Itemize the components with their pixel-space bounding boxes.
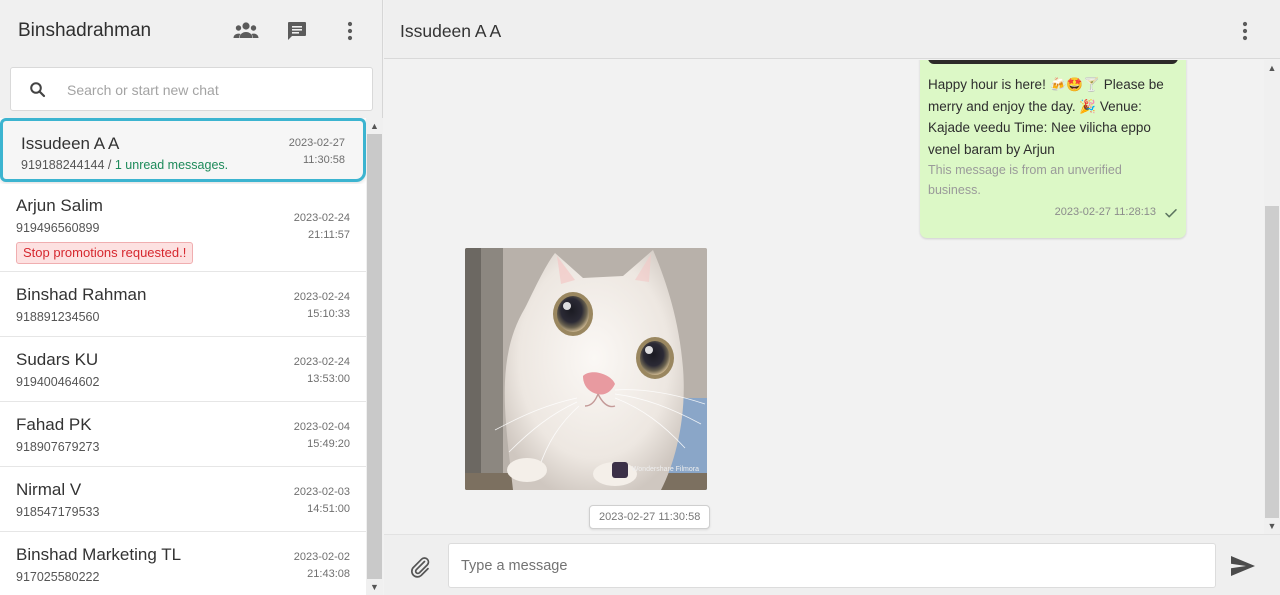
search-box xyxy=(10,67,373,111)
chat-name: Issudeen A A xyxy=(21,134,120,153)
watermark-logo xyxy=(611,462,628,478)
stop-promotions-badge: Stop promotions requested.! xyxy=(16,242,194,264)
sidebar: Binshadrahman Search or start new chat I… xyxy=(0,0,383,595)
chat-name: Arjun Salim xyxy=(16,196,103,215)
sidebar-header: Binshadrahman xyxy=(0,0,383,60)
chat-item-nirmal[interactable]: Nirmal V 918547179533 2023-02-03 14:51:0… xyxy=(0,467,366,532)
incoming-image-message[interactable]: Wondershare Filmora xyxy=(465,248,707,490)
account-name: Binshadrahman xyxy=(18,20,152,41)
check-icon xyxy=(1165,209,1177,218)
scroll-up-icon[interactable]: ▲ xyxy=(1264,60,1280,76)
message-timestamp: 2023-02-27 11:28:13 xyxy=(1054,206,1156,218)
chat-phone: 918891234560 xyxy=(16,310,100,324)
conversation-header: Issudeen A A xyxy=(384,0,1280,59)
scrollbar-thumb[interactable] xyxy=(1265,206,1279,518)
chat-phone: 918907679273 xyxy=(16,440,100,454)
search-input[interactable] xyxy=(67,78,357,102)
chat-timestamp: 2023-02-27 11:30:58 xyxy=(265,135,345,169)
more-vertical-icon[interactable] xyxy=(1238,18,1252,44)
chat-date: 2023-02-04 xyxy=(293,421,350,433)
chat-phone: 918547179533 xyxy=(16,505,100,519)
message-timestamp-chip: 2023-02-27 11:30:58 xyxy=(589,505,711,529)
chat-name: Binshad Marketing TL xyxy=(16,545,182,564)
chat-time: 11:30:58 xyxy=(302,154,345,166)
paperclip-icon[interactable] xyxy=(408,555,432,579)
scrollbar-thumb[interactable] xyxy=(367,134,382,579)
chat-date: 2023-02-24 xyxy=(293,212,350,224)
chat-phone: 919400464602 xyxy=(16,375,100,389)
chat-timestamp: 2023-02-03 14:51:00 xyxy=(270,484,350,518)
chat-timestamp: 2023-02-24 13:53:00 xyxy=(270,354,350,388)
message-image-preview[interactable] xyxy=(928,60,1178,64)
chat-timestamp: 2023-02-24 21:11:57 xyxy=(270,210,350,244)
unverified-business-note: This message is from an unverified busin… xyxy=(928,163,1122,197)
outgoing-message: Happy hour is here! 🍻🤩🍸 Please be merry … xyxy=(920,60,1186,238)
chat-list: Issudeen A A 919188244144 / 1 unread mes… xyxy=(0,118,366,595)
chat-time: 13:53:00 xyxy=(307,373,350,385)
conversation-panel: Issudeen A A Happy hour is here! 🍻🤩🍸 Ple… xyxy=(384,0,1280,595)
message-area: Happy hour is here! 🍻🤩🍸 Please be merry … xyxy=(384,60,1264,534)
contact-name: Issudeen A A xyxy=(400,21,502,41)
scroll-up-icon[interactable]: ▲ xyxy=(366,118,383,134)
chat-date: 2023-02-27 xyxy=(288,137,345,149)
chat-item-binshad-rahman[interactable]: Binshad Rahman 918891234560 2023-02-24 1… xyxy=(0,272,366,337)
scroll-down-icon[interactable]: ▼ xyxy=(366,579,383,595)
more-vertical-icon[interactable] xyxy=(337,18,363,44)
chat-time: 21:11:57 xyxy=(307,229,350,241)
chat-date: 2023-02-02 xyxy=(293,551,350,563)
chat-icon[interactable] xyxy=(284,18,310,44)
scroll-down-icon[interactable]: ▼ xyxy=(1264,518,1280,534)
send-icon[interactable] xyxy=(1230,554,1256,578)
chat-phone: 919188244144 xyxy=(21,158,105,172)
chat-item-arjun[interactable]: Arjun Salim 919496560899 Stop promotions… xyxy=(0,184,366,272)
message-text: Happy hour is here! 🍻🤩🍸 Please be merry … xyxy=(928,77,1164,157)
chat-list-scrollbar[interactable]: ▲ ▼ xyxy=(366,118,383,595)
chat-timestamp: 2023-02-02 21:43:08 xyxy=(270,549,350,583)
watermark: Wondershare Filmora xyxy=(611,462,699,478)
search-icon xyxy=(30,82,46,98)
kitten-photo xyxy=(465,248,707,490)
chat-name: Nirmal V xyxy=(16,480,82,499)
people-icon[interactable] xyxy=(233,18,259,44)
chat-phone: 917025580222 xyxy=(16,570,100,584)
chat-time: 14:51:00 xyxy=(307,503,350,515)
chat-time: 15:10:33 xyxy=(307,308,350,320)
chat-name: Fahad PK xyxy=(16,415,92,434)
message-scrollbar[interactable]: ▲ ▼ xyxy=(1264,60,1280,534)
chat-date: 2023-02-24 xyxy=(293,291,350,303)
chat-timestamp: 2023-02-24 15:10:33 xyxy=(270,289,350,323)
unread-count: 1 unread messages. xyxy=(114,158,229,172)
chat-name: Binshad Rahman xyxy=(16,285,147,304)
message-input-box xyxy=(448,543,1216,588)
chat-item-issudeen[interactable]: Issudeen A A 919188244144 / 1 unread mes… xyxy=(0,118,366,182)
message-composer xyxy=(384,534,1280,595)
chat-date: 2023-02-03 xyxy=(293,486,350,498)
chat-name: Sudars KU xyxy=(16,350,99,369)
chat-phone-status: 919188244144 / 1 unread messages. xyxy=(21,158,228,172)
chat-item-sudars[interactable]: Sudars KU 919400464602 2023-02-24 13:53:… xyxy=(0,337,366,402)
chat-item-fahad[interactable]: Fahad PK 918907679273 2023-02-04 15:49:2… xyxy=(0,402,366,467)
chat-time: 21:43:08 xyxy=(307,568,350,580)
chat-separator: / xyxy=(104,158,115,172)
watermark-text: Wondershare Filmora xyxy=(631,466,699,473)
chat-date: 2023-02-24 xyxy=(293,356,350,368)
chat-item-binshad-marketing[interactable]: Binshad Marketing TL 917025580222 2023-0… xyxy=(0,532,366,595)
chat-time: 15:49:20 xyxy=(307,438,350,450)
chat-phone: 919496560899 xyxy=(16,221,100,235)
message-input[interactable] xyxy=(461,554,1201,578)
chat-timestamp: 2023-02-04 15:49:20 xyxy=(270,419,350,453)
